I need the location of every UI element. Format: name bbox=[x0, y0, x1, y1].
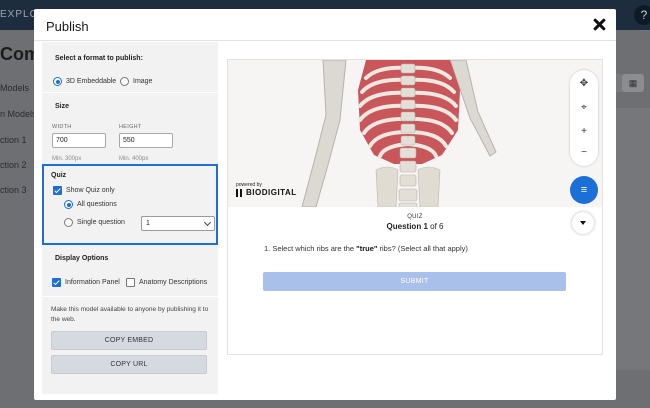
quiz-tag: QUIZ bbox=[407, 214, 423, 220]
anatomy-descriptions-label: Anatomy Descriptions bbox=[139, 279, 208, 286]
width-hint: Min. 300px bbox=[52, 156, 82, 162]
move-icon[interactable]: ✥ bbox=[578, 78, 590, 90]
copy-embed-button[interactable]: COPY EMBED bbox=[51, 331, 207, 350]
grid-view-icon: ▦ bbox=[622, 74, 644, 92]
modal-title: Publish bbox=[46, 19, 89, 34]
information-panel-label: Information Panel bbox=[65, 279, 120, 286]
background-nav-item: ction 1 bbox=[0, 135, 27, 145]
quiz-progress: Question 1 of 6 bbox=[228, 222, 602, 231]
size-label: Size bbox=[55, 103, 70, 110]
center-icon[interactable]: ⌖ bbox=[578, 102, 590, 114]
divider bbox=[42, 92, 218, 93]
question-number: 1 bbox=[423, 222, 428, 231]
help-icon[interactable]: ? bbox=[634, 5, 650, 25]
submit-button[interactable]: SUBMIT bbox=[263, 272, 566, 291]
information-panel-checkbox[interactable] bbox=[52, 278, 61, 287]
question-text-end: ribs? (Select all that apply) bbox=[377, 244, 468, 253]
biodigital-logo-icon bbox=[236, 189, 242, 197]
format-3d-radio[interactable] bbox=[53, 77, 62, 86]
height-input[interactable]: 550 bbox=[119, 133, 173, 148]
anatomy-descriptions-checkbox[interactable] bbox=[126, 278, 135, 287]
format-label: Select a format to publish: bbox=[55, 55, 143, 62]
format-image-radio[interactable] bbox=[120, 77, 129, 86]
format-image-label: Image bbox=[133, 78, 153, 85]
single-question-label: Single question bbox=[77, 219, 125, 226]
divider bbox=[42, 296, 218, 297]
quiz-collapse-button[interactable] bbox=[572, 212, 594, 234]
display-options-label: Display Options bbox=[55, 255, 109, 262]
width-input[interactable]: 700 bbox=[52, 133, 106, 148]
publish-description: Make this model available to anyone by p… bbox=[51, 306, 209, 323]
single-question-value: 1 bbox=[146, 220, 150, 227]
viewer-controls: ✥ ⌖ + − bbox=[570, 70, 598, 166]
background-nav-item: ction 2 bbox=[0, 160, 27, 170]
all-questions-label: All questions bbox=[77, 201, 117, 208]
height-label: HEIGHT bbox=[119, 124, 142, 130]
chevron-down-icon bbox=[203, 218, 212, 227]
width-label: WIDTH bbox=[52, 124, 72, 130]
quiz-label: Quiz bbox=[51, 172, 67, 179]
zoom-out-icon[interactable]: − bbox=[578, 147, 590, 159]
question-total: of 6 bbox=[430, 222, 444, 231]
embed-preview: powered by BIODIGITAL ✥ ⌖ + − ≡ QUIZ Que… bbox=[227, 59, 603, 355]
publish-options-panel: Select a format to publish: 3D Embeddabl… bbox=[42, 42, 218, 394]
menu-icon[interactable]: ≡ bbox=[570, 176, 598, 204]
height-hint: Min. 400px bbox=[119, 156, 149, 162]
question-text-bold: "true" bbox=[356, 244, 378, 253]
close-icon[interactable] bbox=[591, 17, 607, 33]
background-nav-item: ction 3 bbox=[0, 185, 27, 195]
background-nav-item: Models bbox=[0, 83, 30, 93]
single-question-radio[interactable] bbox=[64, 218, 73, 227]
question-text-start: 1. Select which ribs are the bbox=[264, 244, 357, 253]
background-card bbox=[615, 108, 650, 370]
show-quiz-only-label: Show Quiz only bbox=[66, 187, 115, 194]
show-quiz-only-checkbox[interactable] bbox=[53, 186, 62, 195]
zoom-in-icon[interactable]: + bbox=[578, 126, 590, 138]
copy-url-button[interactable]: COPY URL bbox=[51, 355, 207, 374]
publish-modal: Publish Select a format to publish: 3D E… bbox=[34, 9, 616, 400]
quiz-options-box: Quiz Show Quiz only All questions Single… bbox=[42, 164, 218, 245]
single-question-select[interactable]: 1 bbox=[141, 216, 215, 231]
modal-header: Publish bbox=[34, 9, 616, 41]
biodigital-logo-text: BIODIGITAL bbox=[246, 188, 297, 197]
quiz-panel: QUIZ Question 1 of 6 1. Select which rib… bbox=[228, 207, 602, 354]
question-text: 1. Select which ribs are the "true" ribs… bbox=[264, 244, 468, 253]
format-3d-label: 3D Embeddable bbox=[66, 78, 117, 85]
background-nav-item: n Models bbox=[0, 109, 37, 119]
question-prefix: Question bbox=[386, 222, 422, 231]
ribcage-model-image bbox=[301, 60, 497, 207]
all-questions-radio[interactable] bbox=[64, 200, 73, 209]
3d-model-viewer[interactable]: powered by BIODIGITAL ✥ ⌖ + − ≡ bbox=[228, 60, 602, 207]
